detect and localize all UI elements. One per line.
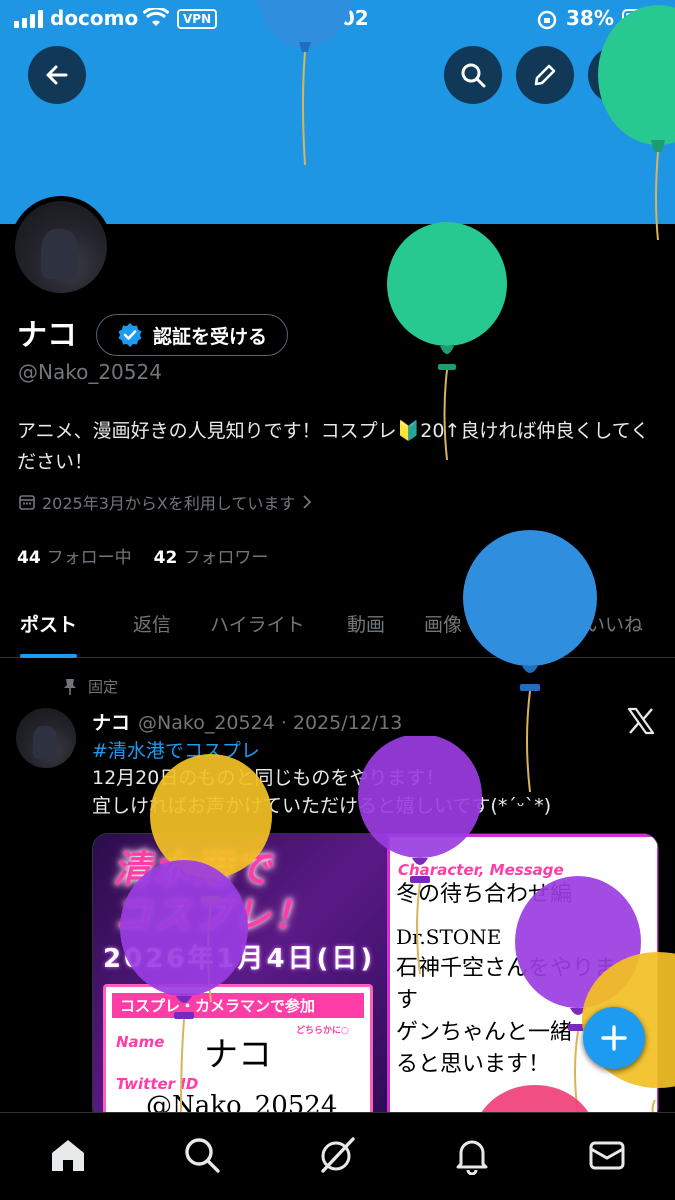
share-button[interactable] — [588, 46, 646, 104]
profile-tabs: ポスト 返信 ハイライト 動画 画像 記事 いいね — [0, 588, 675, 658]
x-logo-icon — [626, 706, 656, 740]
status-bar: docomo VPN 23:02 38% — [0, 0, 675, 40]
card-name-value: ナコ — [204, 1035, 272, 1075]
home-icon — [52, 1140, 84, 1171]
signal-icon — [14, 10, 43, 28]
balloon-blue-icon — [463, 530, 597, 793]
nav-notifications[interactable] — [450, 1133, 494, 1177]
battery-percent: 38% — [566, 6, 614, 30]
search-button[interactable] — [444, 46, 502, 104]
image-date: 2026年1月4日(日) — [103, 944, 376, 974]
pinned-indicator: 固定 — [62, 676, 118, 697]
share-icon — [606, 63, 628, 86]
tab-highlights[interactable]: ハイライト — [210, 588, 305, 658]
get-verified-button[interactable]: 認証を受ける — [96, 314, 289, 356]
rotation-lock-icon — [536, 9, 558, 35]
bell-icon — [456, 1140, 488, 1175]
pinned-label: 固定 — [88, 678, 119, 696]
joined-date[interactable]: 2025年3月からXを利用しています — [18, 490, 313, 514]
card-sub: どちらかに○ — [296, 1026, 349, 1036]
plus-icon — [601, 1025, 627, 1051]
post-hashtag[interactable]: #清水港でコスプレ — [92, 736, 260, 763]
note-line: 冬の待ち合わせ編 — [396, 882, 573, 907]
tab-videos[interactable]: 動画 — [347, 588, 385, 658]
joined-label: 2025年3月からXを利用しています — [42, 494, 296, 513]
post-meta: @Nako_20524 · 2025/12/13 — [138, 712, 403, 734]
follow-stats: 44 フォロー中 42 フォロワー — [17, 543, 268, 568]
wifi-icon — [142, 6, 170, 32]
get-verified-label: 認証を受ける — [153, 325, 268, 348]
followers-count: 42 — [153, 548, 178, 568]
tab-media[interactable]: 画像 — [424, 588, 462, 658]
note-header: Character, Message — [398, 861, 564, 879]
calendar-icon — [19, 495, 35, 510]
image-title-line2: コスプレ！ — [113, 893, 314, 937]
verified-badge-icon — [118, 323, 142, 347]
tab-articles[interactable]: 記事 — [500, 588, 538, 658]
bottom-nav — [0, 1112, 675, 1200]
tab-replies[interactable]: 返信 — [133, 588, 171, 658]
image-title-line1: 清水港で — [113, 847, 274, 891]
vpn-badge: VPN — [177, 9, 218, 29]
image-title: 清水港で コスプレ！ — [113, 846, 313, 938]
nav-messages[interactable] — [585, 1133, 629, 1177]
clock: 23:02 — [305, 6, 369, 30]
note-line: Dr.STONE — [396, 925, 502, 949]
carrier-name: docomo — [50, 6, 139, 30]
back-button[interactable] — [28, 46, 86, 104]
note-line: 石神千空さんをやりま — [396, 956, 617, 981]
tab-posts[interactable]: ポスト — [20, 588, 78, 658]
arrow-left-icon — [46, 65, 68, 85]
image-message-card: Character, Message 冬の待ち合わせ編 Dr.STONE 石神千… — [387, 834, 658, 1122]
post-avatar[interactable] — [16, 708, 76, 768]
nav-grok[interactable] — [315, 1133, 359, 1177]
chevron-right-icon — [303, 495, 312, 509]
search-icon — [461, 63, 486, 88]
mail-icon — [589, 1141, 625, 1170]
profile-name: ナコ — [17, 318, 77, 353]
followers-label: フォロワー — [183, 548, 269, 568]
following-link[interactable]: 44 フォロー中 — [17, 543, 132, 568]
card-header: コスプレ・カメラマンで参加 — [112, 993, 364, 1018]
profile-bio: アニメ、漫画好きの人見知りです！コスプレ🔰20↑良ければ仲良くしてください！ — [17, 420, 650, 473]
following-label: フォロー中 — [46, 548, 132, 568]
profile-avatar[interactable] — [10, 196, 112, 298]
followers-link[interactable]: 42 フォロワー — [154, 543, 269, 568]
following-count: 44 — [17, 548, 41, 568]
profile-handle: @Nako_20524 — [18, 360, 162, 384]
image-entry-card: コスプレ・カメラマンで参加 どちらかに○ Name ナコ Twitter ID … — [103, 984, 373, 1122]
post-header: ナコ @Nako_20524 · 2025/12/13 — [92, 708, 402, 735]
card-name-label: Name — [116, 1033, 165, 1051]
grok-icon — [321, 1137, 355, 1173]
post-author[interactable]: ナコ — [92, 712, 130, 734]
nav-home[interactable] — [46, 1133, 90, 1177]
post-text: 12月20日のものと同じものをやります！ 宜しければお声かけていただけると嬉しい… — [92, 767, 552, 817]
edit-button[interactable] — [516, 46, 574, 104]
nav-search[interactable] — [180, 1133, 224, 1177]
tab-likes[interactable]: いいね — [586, 588, 643, 658]
pin-icon — [64, 678, 76, 695]
pencil-icon — [534, 64, 556, 86]
post-image[interactable]: 清水港で コスプレ！ 2026年1月4日(日) コスプレ・カメラマンで参加 どち… — [92, 833, 659, 1123]
search-icon — [185, 1138, 220, 1173]
compose-button[interactable] — [583, 1007, 645, 1069]
battery-icon — [622, 9, 663, 29]
